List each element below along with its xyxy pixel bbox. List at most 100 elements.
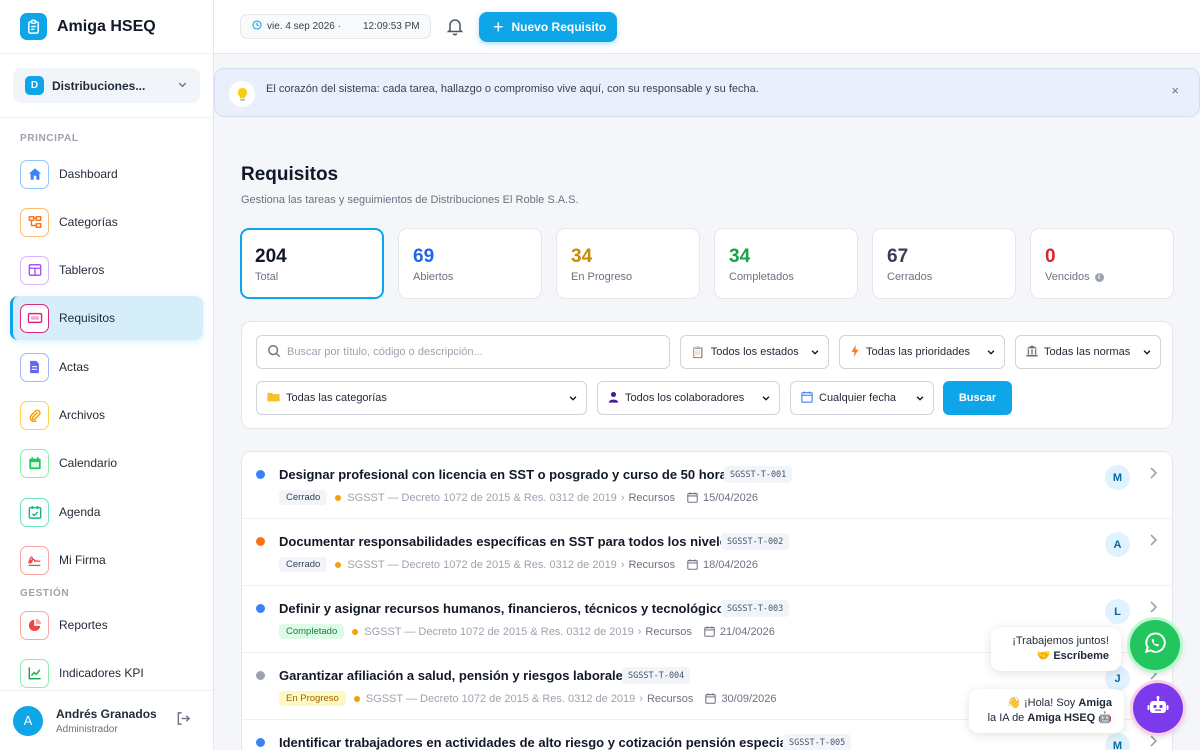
stat-card-vencidos[interactable]: 0 Vencidos i [1030,228,1174,299]
current-date: vie. 4 sep 2026 · [267,21,341,32]
assignee-avatar: A [1105,532,1130,557]
sidebar-item-indicadores-kpi[interactable]: Indicadores KPI [10,651,203,695]
calendar-icon [687,559,698,570]
signature-icon [20,545,49,575]
logout-icon[interactable] [176,711,191,731]
user-profile[interactable]: A Andrés Granados Administrador [0,690,213,750]
stat-label: Vencidos i [1045,271,1173,283]
table-row[interactable]: Designar profesional con licencia en SST… [242,452,1172,519]
stat-value: 67 [887,246,909,267]
requisito-title: Designar profesional con licencia en SST… [279,467,735,482]
stat-label: Total [255,271,382,283]
table-row[interactable]: Documentar responsabilidades específicas… [242,519,1172,586]
sidebar-item-agenda[interactable]: Agenda [10,490,203,534]
brand[interactable]: Amiga HSEQ [0,0,213,54]
estado-select[interactable]: 📋 Todos los estados [680,335,829,369]
priority-dot [256,671,265,680]
chevron-right-icon: › [620,558,625,571]
ai-line1-text: 👋 ¡Hola! Soy [1007,697,1079,709]
chevron-down-icon [761,393,771,406]
chevron-right-icon[interactable] [1148,600,1158,619]
stat-card-total[interactable]: 204 Total [240,228,384,299]
status-badge: Cerrado [279,557,328,572]
whatsapp-bubble[interactable]: ¡Trabajemos juntos! 🤝 Escríbeme [991,627,1121,671]
user-icon [608,391,619,406]
sidebar-item-requisitos[interactable]: Requisitos [10,296,203,340]
sidebar-item-label: Agenda [59,505,101,519]
norm-dot [335,494,342,501]
whatsapp-button[interactable] [1130,620,1180,670]
stat-card-abiertos[interactable]: 69 Abiertos [398,228,542,299]
requisito-code: SGSST-T-002 [721,533,790,550]
search-button[interactable]: Buscar [943,381,1012,415]
new-requisito-button[interactable]: + Nuevo Requisito [479,12,617,42]
sidebar-item-tableros[interactable]: Tableros [10,248,203,292]
prioridad-select[interactable]: Todas las prioridades [839,335,1005,369]
ai-assistant-bubble[interactable]: 👋 ¡Hola! Soy Amiga la IA de Amiga HSEQ 🤖 [969,689,1124,733]
stat-value: 34 [729,246,751,267]
sidebar-item-dashboard[interactable]: Dashboard [10,152,203,196]
stat-value: 34 [571,246,593,267]
sidebar-item-label: Indicadores KPI [59,666,144,680]
top-bar: vie. 4 sep 2026 · 12:09:53 PM + Nuevo Re… [214,0,1200,54]
chevron-down-icon [568,393,578,406]
section-label-principal: PRINCIPAL [20,133,79,144]
info-icon[interactable]: i [1094,272,1104,282]
bell-icon[interactable] [446,17,464,41]
stat-label: En Progreso [571,271,699,283]
categoria-select[interactable]: Todas las categorías [256,381,587,415]
ai-line1: 👋 ¡Hola! Soy Amiga [981,696,1112,711]
sidebar-item-reportes[interactable]: Reportes [10,603,203,647]
stat-card-cerrados[interactable]: 67 Cerrados [872,228,1016,299]
organization-selector[interactable]: D Distribuciones... [13,68,200,103]
fecha-value: Cualquier fecha [819,392,897,404]
priority-dot [256,470,265,479]
calendar-icon [705,693,717,704]
sidebar-item-categorias[interactable]: Categorías [10,200,203,244]
stat-card-completados[interactable]: 34 Completados [714,228,858,299]
sidebar: Amiga HSEQ D Distribuciones... PRINCIPAL… [0,0,214,750]
chevron-right-icon[interactable] [1148,533,1158,552]
stat-label-text: Completados [729,271,794,283]
assignee-avatar: M [1105,733,1130,750]
search-placeholder: Buscar por título, código o descripción.… [287,346,483,358]
due-date: 30/09/2026 [721,692,777,705]
stat-label-text: Cerrados [887,271,933,283]
requisito-code: SGSST-T-003 [721,600,790,617]
calendar-icon [687,492,698,503]
assignee-avatar: L [1105,599,1130,624]
sidebar-item-actas[interactable]: Actas [10,345,203,389]
norma-select[interactable]: Todas las normas [1015,335,1161,369]
fecha-select[interactable]: Cualquier fecha [790,381,934,415]
stat-label: Cerrados [887,271,1015,283]
norm-text: SGSST — Decreto 1072 de 2015 & Res. 0312… [364,625,634,638]
section-label-gestion: GESTIÓN [20,588,70,599]
area-text: Recursos [628,491,675,504]
requisito-meta: Cerrado SGSST — Decreto 1072 de 2015 & R… [279,490,758,505]
home-icon [20,159,49,189]
stat-card-en-progreso[interactable]: 34 En Progreso [556,228,700,299]
norm-dot [352,628,359,635]
area-text: Recursos [646,692,694,705]
sidebar-item-archivos[interactable]: Archivos [10,393,203,437]
norm-text: SGSST — Decreto 1072 de 2015 & Res. 0312… [347,491,617,504]
info-banner: El corazón del sistema: cada tarea, hall… [214,68,1200,117]
stat-label-text: En Progreso [571,271,633,283]
ai-assistant-button[interactable] [1133,683,1183,733]
calendar-check-icon [20,497,49,527]
search-input[interactable]: Buscar por título, código o descripción.… [256,335,670,369]
sidebar-item-mi-firma[interactable]: Mi Firma [10,538,203,582]
chevron-right-icon[interactable] [1148,466,1158,485]
stat-value: 0 [1045,246,1056,267]
institution-icon [1026,344,1038,360]
close-icon[interactable]: × [1171,83,1179,98]
sidebar-item-label: Actas [59,360,90,374]
colaborador-select[interactable]: Todos los colaboradores [597,381,780,415]
filters-panel: Buscar por título, código o descripción.… [241,321,1173,429]
whatsapp-line1: ¡Trabajemos juntos! [1012,635,1109,647]
calendar-icon [801,390,813,406]
sidebar-item-label: Requisitos [59,311,116,325]
plus-icon: + [493,16,504,37]
sidebar-item-calendario[interactable]: Calendario [10,441,203,485]
chevron-right-icon[interactable] [1148,734,1158,750]
